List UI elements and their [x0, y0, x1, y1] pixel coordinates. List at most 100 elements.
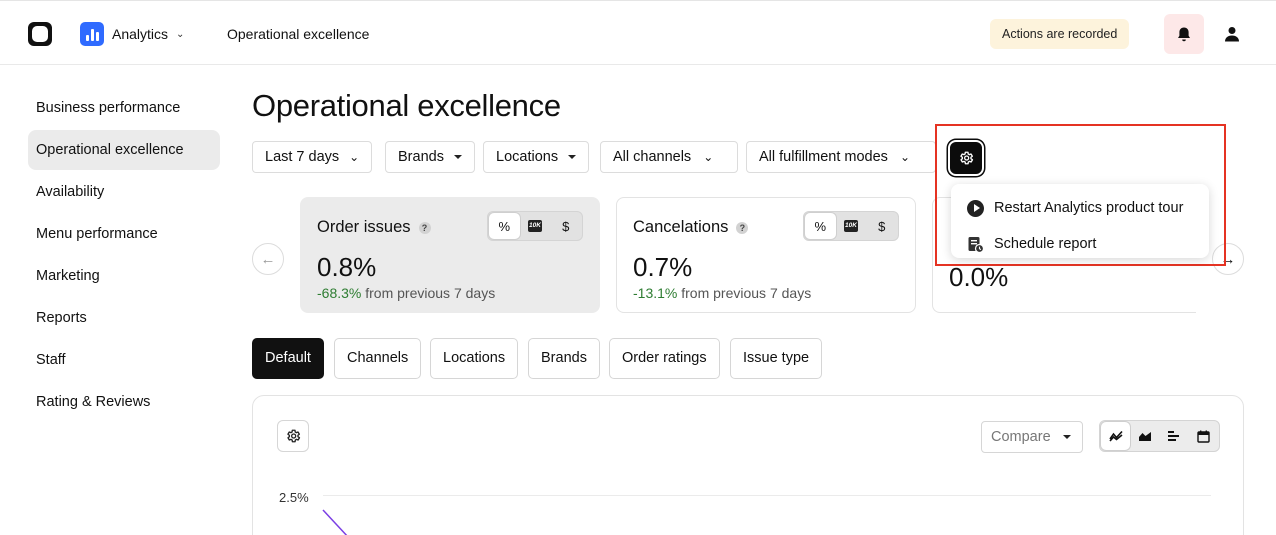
chart-view-toggle [1099, 420, 1220, 452]
gear-icon [287, 429, 301, 443]
recorded-badge: Actions are recorded [990, 19, 1130, 49]
date-range-filter[interactable]: Last 7 days ⌄ [252, 141, 373, 173]
sidebar-item-staff[interactable]: Staff [28, 340, 220, 380]
sidebar-item-rating-reviews[interactable]: Rating & Reviews [28, 382, 220, 422]
locations-filter[interactable]: Locations [483, 141, 590, 173]
brands-filter[interactable]: Brands [385, 141, 475, 173]
fulfillment-filter[interactable]: All fulfillment modes ⌄ [746, 141, 936, 173]
app-switcher[interactable]: Analytics ⌄ [80, 21, 184, 47]
metric-card-title: Cancelations ? [633, 218, 749, 237]
top-bar: Analytics ⌄ Operational excellence Actio… [0, 0, 1276, 65]
chart-panel: Compare 2.5% [252, 395, 1244, 535]
sidebar-item-operational-excellence[interactable]: Operational excellence [28, 130, 220, 170]
page-title: Operational excellence [252, 88, 561, 123]
bar-view-button[interactable] [1160, 422, 1189, 450]
tab-default[interactable]: Default [252, 338, 324, 379]
channels-label: All channels [613, 149, 692, 165]
fulfillment-label: All fulfillment modes [759, 149, 888, 165]
brands-label: Brands [398, 149, 444, 165]
tab-locations[interactable]: Locations [430, 338, 519, 379]
percent-format-button[interactable]: % [489, 213, 520, 239]
play-circle-icon [967, 199, 984, 217]
metric-change: -68.3% from previous 7 days [317, 285, 495, 301]
menu-item-schedule-report[interactable]: Schedule report [951, 226, 1209, 262]
currency-format-button[interactable]: $ [550, 213, 581, 239]
sidebar-item-business-performance[interactable]: Business performance [28, 88, 220, 128]
notifications-button[interactable] [1164, 14, 1204, 54]
tab-brands[interactable]: Brands [528, 338, 600, 379]
schedule-report-icon [968, 236, 984, 253]
sidebar-item-availability[interactable]: Availability [28, 172, 220, 212]
chevron-down-icon: ⌄ [349, 150, 360, 164]
metric-title-text: Cancelations [633, 218, 729, 236]
line-chart-icon [1108, 430, 1123, 442]
chart-settings-button[interactable] [277, 420, 309, 452]
tab-issue-type[interactable]: Issue type [730, 338, 823, 379]
carousel-next-button[interactable]: → [1212, 243, 1244, 275]
sidebar-item-reports[interactable]: Reports [28, 298, 220, 338]
caret-down-icon [1062, 435, 1071, 439]
caret-down-icon [453, 155, 462, 159]
breadcrumb: Operational excellence [227, 26, 370, 42]
calendar-icon [1197, 430, 1210, 443]
percent-format-button[interactable]: % [805, 213, 836, 239]
user-menu-button[interactable] [1214, 14, 1250, 54]
change-suffix: from previous 7 days [365, 285, 496, 301]
change-percent: -68.3% [317, 285, 362, 301]
metric-change: -13.1% from previous 7 days [633, 285, 811, 301]
count-format-button[interactable]: 10K [836, 213, 867, 239]
count-format-button[interactable]: 10K [520, 213, 551, 239]
metric-card-order-issues[interactable]: Order issues ? % 10K $ 0.8% -68.3% from … [300, 197, 600, 313]
compare-label: Compare [991, 429, 1051, 445]
calendar-view-button[interactable] [1189, 422, 1218, 450]
tab-order-ratings[interactable]: Order ratings [609, 338, 720, 379]
format-toggle: % 10K $ [487, 211, 583, 241]
user-icon [1225, 27, 1239, 42]
carousel-prev-button[interactable]: ← [252, 243, 284, 275]
channels-filter[interactable]: All channels ⌄ [600, 141, 738, 173]
change-suffix: from previous 7 days [681, 285, 812, 301]
count-icon: 10K [528, 220, 542, 232]
metric-card-title: Order issues ? [317, 218, 431, 237]
arrow-left-icon: ← [260, 250, 276, 268]
menu-item-label: Schedule report [994, 236, 1097, 252]
bar-chart-icon [1168, 431, 1180, 441]
area-view-button[interactable] [1130, 422, 1159, 450]
y-axis-tick: 2.5% [279, 490, 309, 505]
metric-value: 0.8% [317, 252, 377, 282]
chart-series-line [322, 509, 348, 535]
arrow-right-icon: → [1220, 250, 1236, 268]
gear-icon [960, 151, 974, 165]
menu-item-restart-tour[interactable]: Restart Analytics product tour [951, 190, 1209, 226]
sidebar-item-menu-performance[interactable]: Menu performance [28, 214, 220, 254]
compare-dropdown[interactable]: Compare [981, 421, 1083, 453]
bell-icon [1178, 27, 1190, 41]
menu-item-label: Restart Analytics product tour [994, 200, 1184, 216]
change-percent: -13.1% [633, 285, 678, 301]
logo-icon[interactable] [28, 22, 52, 46]
app-name: Analytics [112, 26, 169, 42]
help-icon[interactable]: ? [736, 221, 749, 234]
currency-format-button[interactable]: $ [866, 213, 897, 239]
caret-down-icon [568, 155, 577, 159]
chevron-down-icon: ⌄ [176, 28, 185, 40]
line-view-button[interactable] [1101, 422, 1131, 450]
locations-label: Locations [496, 149, 559, 165]
area-chart-icon [1138, 432, 1151, 441]
count-icon: 10K [844, 220, 858, 232]
sidebar-item-marketing[interactable]: Marketing [28, 256, 220, 296]
date-range-label: Last 7 days [265, 149, 340, 165]
chevron-down-icon: ⌄ [703, 150, 714, 164]
analytics-icon [80, 22, 104, 46]
tab-channels[interactable]: Channels [334, 338, 422, 379]
metric-card-cancelations[interactable]: Cancelations ? % 10K $ 0.7% -13.1% from … [616, 197, 916, 313]
settings-button[interactable] [948, 140, 984, 176]
sidebar-nav: Business performance Operational excelle… [28, 88, 220, 424]
chevron-down-icon: ⌄ [899, 150, 910, 164]
help-icon[interactable]: ? [418, 221, 431, 234]
settings-menu: Restart Analytics product tour Schedule … [951, 184, 1209, 258]
metric-value: 0.7% [633, 252, 693, 282]
metric-value: 0.0% [949, 262, 1009, 292]
metric-title-text: Order issues [317, 218, 411, 236]
format-toggle: % 10K $ [803, 211, 899, 241]
